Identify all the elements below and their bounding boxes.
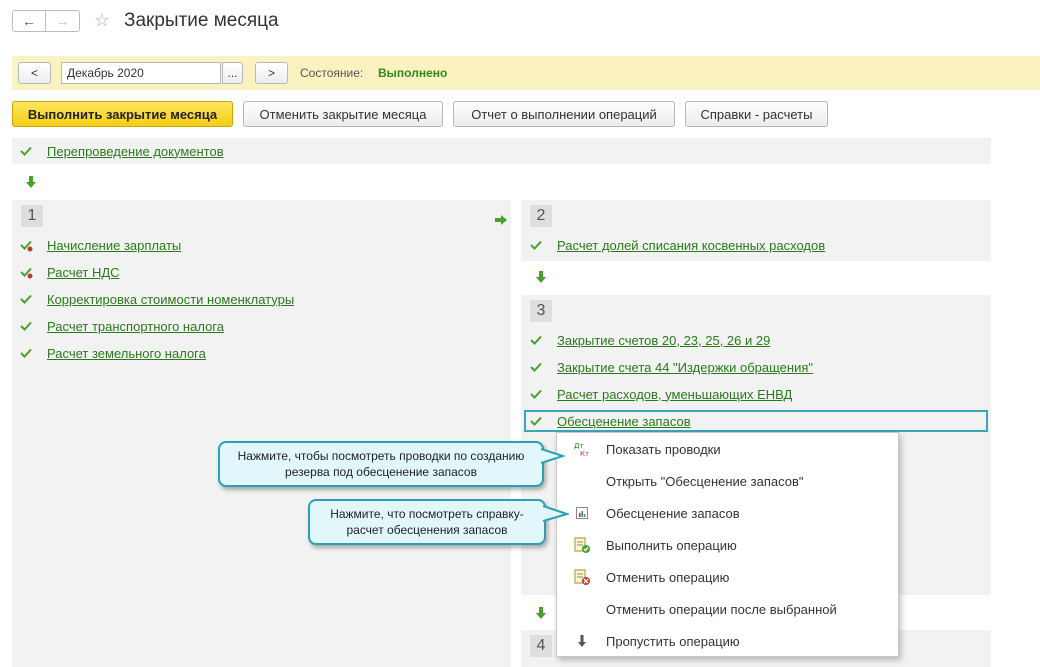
- arrow-down-icon: [26, 176, 36, 188]
- report-hint-callout: Нажмите, что посмотреть справку-расчет о…: [308, 499, 546, 545]
- state-label: Состояние:: [300, 66, 364, 80]
- cancel-closing-button[interactable]: Отменить закрытие месяца: [243, 101, 443, 127]
- list-item: Обесценение запасов: [529, 412, 691, 430]
- inventory-impairment-link[interactable]: Обесценение запасов: [557, 414, 691, 429]
- state-value: Выполнено: [378, 66, 448, 80]
- check-icon: [530, 335, 542, 345]
- check-icon: [20, 146, 32, 156]
- menu-item-label: Отменить операцию: [606, 569, 730, 585]
- menu-item-cancel-operation[interactable]: Отменить операцию: [557, 561, 898, 593]
- report-icon: [573, 504, 591, 522]
- operation-link[interactable]: Закрытие счетов 20, 23, 25, 26 и 29: [557, 333, 770, 348]
- list-item: Закрытие счетов 20, 23, 25, 26 и 29: [529, 331, 770, 349]
- cancel-operation-icon: [573, 568, 591, 586]
- operation-link[interactable]: Расчет транспортного налога: [47, 319, 224, 334]
- execute-closing-button[interactable]: Выполнить закрытие месяца: [12, 101, 233, 127]
- back-button[interactable]: ←: [12, 10, 46, 32]
- period-input[interactable]: Декабрь 2020: [61, 62, 221, 84]
- list-item: Расчет НДС: [19, 263, 120, 281]
- menu-item-open-document[interactable]: Открыть "Обесценение запасов": [557, 465, 898, 497]
- list-item: Расчет земельного налога: [19, 344, 206, 362]
- dt-kt-icon: Дт Кт: [573, 440, 591, 458]
- menu-item-label: Пропустить операцию: [606, 633, 740, 649]
- calculations-button[interactable]: Справки - расчеты: [685, 101, 828, 127]
- list-item: Расчет расходов, уменьшающих ЕНВД: [529, 385, 792, 403]
- menu-item-execute-operation[interactable]: Выполнить операцию: [557, 529, 898, 561]
- arrow-down-icon: [536, 607, 546, 619]
- check-icon: [20, 321, 32, 331]
- list-item: Расчет долей списания косвенных расходов: [529, 236, 825, 254]
- operation-link[interactable]: Расчет расходов, уменьшающих ЕНВД: [557, 387, 792, 402]
- operation-link[interactable]: Расчет НДС: [47, 265, 120, 280]
- menu-item-show-postings[interactable]: Дт Кт Показать проводки: [557, 433, 898, 465]
- list-item: Закрытие счета 44 "Издержки обращения": [529, 358, 813, 376]
- forward-button[interactable]: →: [46, 10, 80, 32]
- list-item: Начисление зарплаты: [19, 236, 181, 254]
- star-icon[interactable]: ☆: [94, 10, 110, 31]
- prev-period-button[interactable]: <: [18, 62, 51, 84]
- check-edited-icon: [20, 267, 33, 279]
- menu-item-skip-operation[interactable]: Пропустить операцию: [557, 625, 898, 657]
- operation-link[interactable]: Закрытие счета 44 "Издержки обращения": [557, 360, 813, 375]
- check-icon: [530, 362, 542, 372]
- callout-pointer: [543, 505, 569, 522]
- menu-item-label: Обесценение запасов: [606, 505, 740, 521]
- check-icon: [20, 348, 32, 358]
- list-item: Корректировка стоимости номенклатуры: [19, 290, 294, 308]
- arrow-right-icon: →: [55, 13, 70, 29]
- menu-item-label: Показать проводки: [606, 441, 721, 457]
- menu-item-impairment-report[interactable]: Обесценение запасов: [557, 497, 898, 529]
- callout-pointer: [541, 448, 565, 464]
- stage-number: 3: [530, 300, 552, 322]
- arrow-right-icon: [495, 215, 507, 225]
- stage-number: 4: [530, 635, 552, 657]
- menu-item-cancel-after-selected[interactable]: Отменить операции после выбранной: [557, 593, 898, 625]
- operation-link[interactable]: Корректировка стоимости номенклатуры: [47, 292, 294, 307]
- postings-hint-callout: Нажмите, чтобы посмотреть проводки по со…: [218, 441, 544, 487]
- stage-number: 2: [530, 205, 552, 227]
- operations-report-button[interactable]: Отчет о выполнении операций: [453, 101, 675, 127]
- arrow-down-icon: [536, 271, 546, 283]
- stage-number: 1: [21, 205, 43, 227]
- next-period-button[interactable]: >: [255, 62, 288, 84]
- svg-text:Кт: Кт: [580, 450, 589, 458]
- callout-text: Нажмите, что посмотреть справку-расчет о…: [330, 507, 524, 537]
- operation-link[interactable]: Начисление зарплаты: [47, 238, 181, 253]
- check-edited-icon: [20, 240, 33, 252]
- list-item: Перепроведение документов: [19, 142, 224, 160]
- menu-item-label: Выполнить операцию: [606, 537, 737, 553]
- callout-text: Нажмите, чтобы посмотреть проводки по со…: [237, 449, 525, 479]
- menu-item-label: Отменить операции после выбранной: [606, 601, 837, 617]
- check-icon: [20, 294, 32, 304]
- operation-link[interactable]: Расчет земельного налога: [47, 346, 206, 361]
- list-item: Расчет транспортного налога: [19, 317, 224, 335]
- check-icon: [530, 416, 542, 426]
- context-menu: Дт Кт Показать проводки Открыть "Обесцен…: [556, 432, 899, 657]
- reposting-link[interactable]: Перепроведение документов: [47, 144, 224, 159]
- operation-link[interactable]: Расчет долей списания косвенных расходов: [557, 238, 825, 253]
- arrow-left-icon: ←: [22, 13, 36, 29]
- execute-icon: [573, 536, 591, 554]
- svg-text:Дт: Дт: [574, 442, 584, 450]
- skip-arrow-icon: [573, 632, 591, 650]
- period-select-button[interactable]: ...: [222, 62, 243, 84]
- check-icon: [530, 389, 542, 399]
- menu-item-label: Открыть "Обесценение запасов": [606, 473, 804, 489]
- page-title: Закрытие месяца: [124, 10, 279, 31]
- check-icon: [530, 240, 542, 250]
